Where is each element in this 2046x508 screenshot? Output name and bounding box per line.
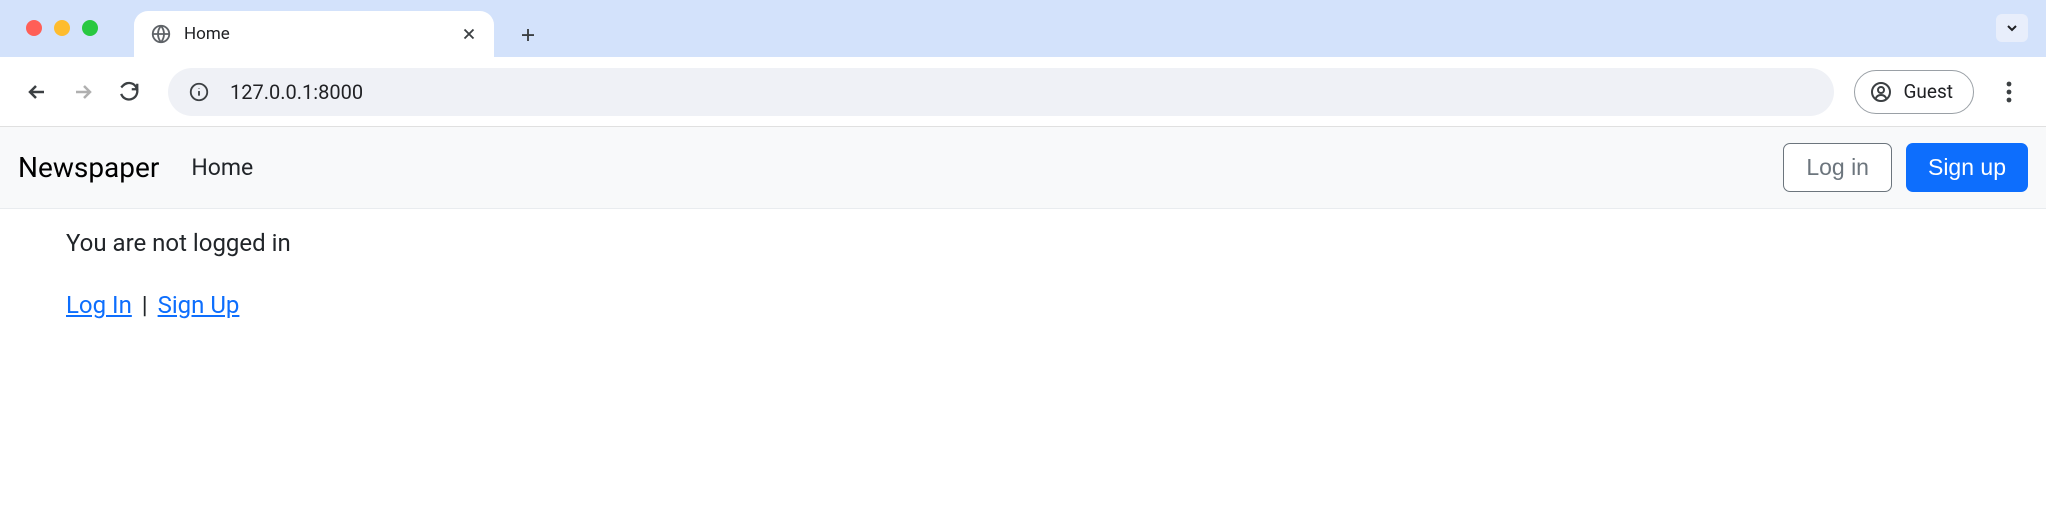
signup-link[interactable]: Sign Up — [158, 291, 240, 319]
site-navbar: Newspaper Home Log in Sign up — [0, 127, 2046, 209]
window-controls — [26, 20, 98, 36]
person-icon — [1869, 80, 1893, 104]
profile-label: Guest — [1903, 80, 1953, 103]
login-link[interactable]: Log In — [66, 291, 132, 319]
address-bar[interactable]: 127.0.0.1:8000 — [168, 68, 1834, 116]
close-window-button[interactable] — [26, 20, 42, 36]
close-tab-icon[interactable] — [460, 25, 478, 43]
url-text: 127.0.0.1:8000 — [230, 80, 363, 104]
login-status-text: You are not logged in — [66, 229, 1980, 257]
reload-button[interactable] — [110, 73, 148, 111]
maximize-window-button[interactable] — [82, 20, 98, 36]
site-info-icon[interactable] — [188, 81, 210, 103]
back-button[interactable] — [18, 73, 56, 111]
nav-link-home[interactable]: Home — [191, 154, 253, 181]
login-button[interactable]: Log in — [1783, 143, 1892, 192]
browser-toolbar: 127.0.0.1:8000 Guest — [0, 57, 2046, 127]
forward-button[interactable] — [64, 73, 102, 111]
browser-tab-strip: Home — [0, 0, 2046, 57]
signup-button[interactable]: Sign up — [1906, 143, 2028, 192]
separator: | — [142, 291, 148, 319]
brand-logo[interactable]: Newspaper — [18, 151, 159, 184]
page-content: You are not logged in Log In | Sign Up — [0, 209, 2046, 339]
auth-links: Log In | Sign Up — [66, 291, 1980, 319]
globe-icon — [150, 23, 172, 45]
minimize-window-button[interactable] — [54, 20, 70, 36]
profile-button[interactable]: Guest — [1854, 70, 1974, 114]
tab-title: Home — [184, 24, 460, 44]
navbar-actions: Log in Sign up — [1783, 143, 2028, 192]
new-tab-button[interactable] — [510, 17, 546, 53]
kebab-menu-icon[interactable] — [1990, 73, 2028, 111]
browser-tab[interactable]: Home — [134, 11, 494, 57]
tab-search-button[interactable] — [1996, 14, 2028, 42]
